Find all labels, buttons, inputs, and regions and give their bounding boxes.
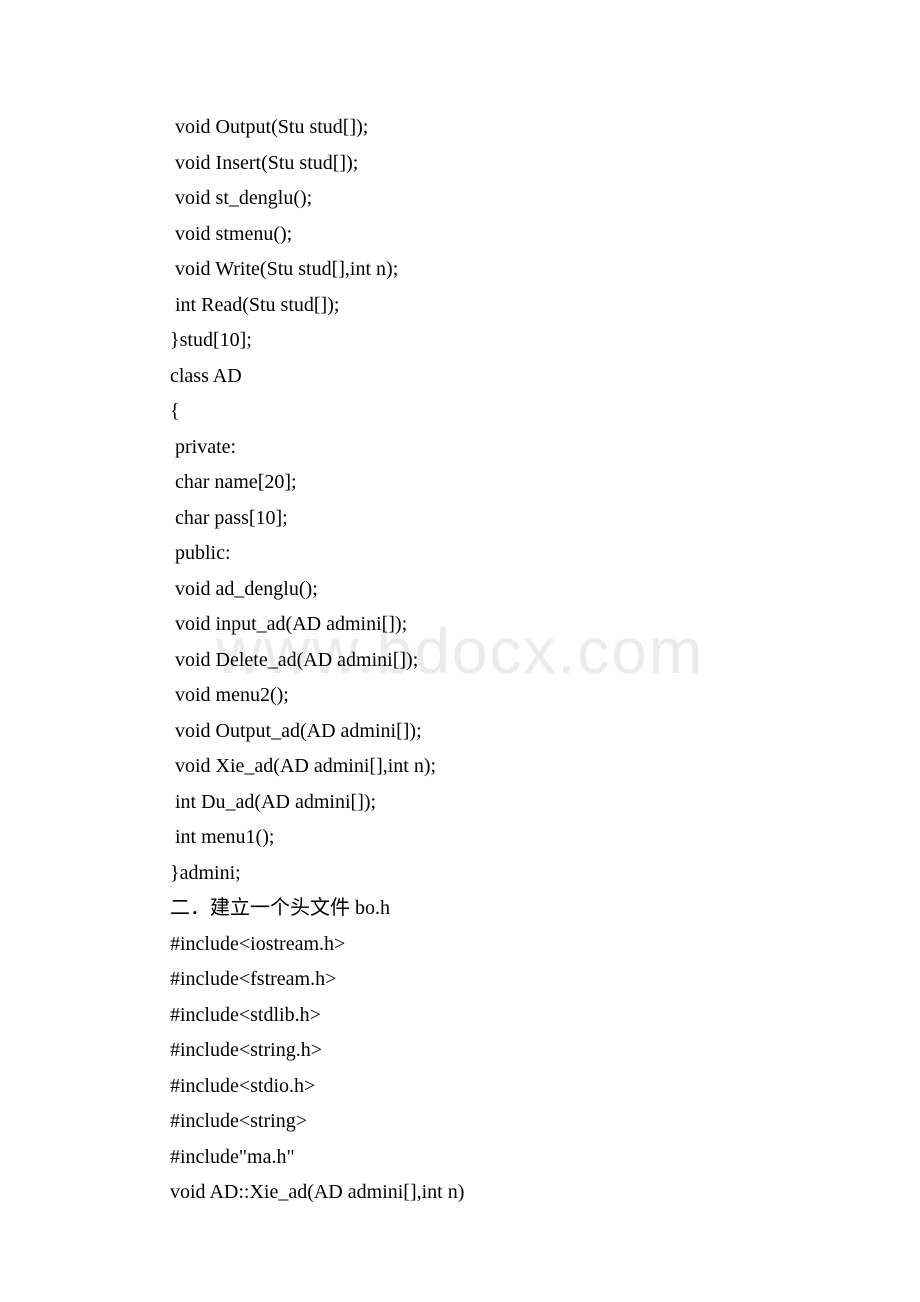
code-line: void menu2(); (170, 678, 750, 714)
code-line: void Write(Stu stud[],int n); (170, 252, 750, 288)
code-line: public: (170, 536, 750, 572)
code-line: char name[20]; (170, 465, 750, 501)
code-line: #include<string> (170, 1104, 750, 1140)
code-line: void Delete_ad(AD admini[]); (170, 643, 750, 679)
code-line: class AD (170, 359, 750, 395)
code-line: void Output_ad(AD admini[]); (170, 714, 750, 750)
code-line: void ad_denglu(); (170, 572, 750, 608)
code-line: void stmenu(); (170, 217, 750, 253)
document-page: www.bdocx.com void Output(Stu stud[]); v… (0, 0, 920, 1302)
code-line: 二．建立一个头文件 bo.h (170, 891, 750, 927)
code-line: int menu1(); (170, 820, 750, 856)
code-line: private: (170, 430, 750, 466)
code-line: { (170, 394, 750, 430)
code-line: #include<fstream.h> (170, 962, 750, 998)
code-line: void Xie_ad(AD admini[],int n); (170, 749, 750, 785)
code-line: #include<string.h> (170, 1033, 750, 1069)
code-line: void st_denglu(); (170, 181, 750, 217)
code-line: }stud[10]; (170, 323, 750, 359)
code-line: }admini; (170, 856, 750, 892)
code-line: char pass[10]; (170, 501, 750, 537)
code-line: void input_ad(AD admini[]); (170, 607, 750, 643)
code-line: int Du_ad(AD admini[]); (170, 785, 750, 821)
code-line: void Output(Stu stud[]); (170, 110, 750, 146)
code-block: void Output(Stu stud[]); void Insert(Stu… (170, 110, 750, 1211)
code-line: #include"ma.h" (170, 1140, 750, 1176)
code-line: #include<stdio.h> (170, 1069, 750, 1105)
code-line: int Read(Stu stud[]); (170, 288, 750, 324)
code-line: #include<iostream.h> (170, 927, 750, 963)
code-line: void AD::Xie_ad(AD admini[],int n) (170, 1175, 750, 1211)
code-line: #include<stdlib.h> (170, 998, 750, 1034)
code-line: void Insert(Stu stud[]); (170, 146, 750, 182)
